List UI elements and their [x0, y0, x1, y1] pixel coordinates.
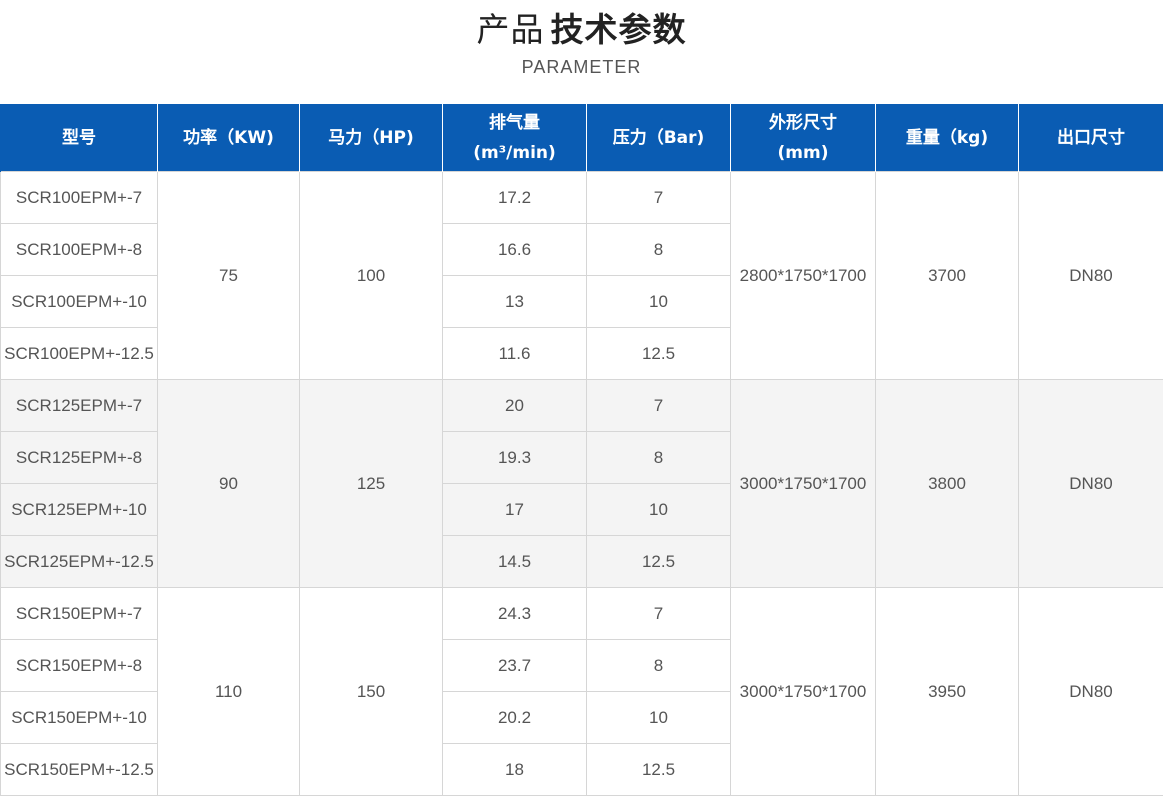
model-cell: SCR125EPM+-7 [0, 379, 158, 432]
model-cell: SCR125EPM+-12.5 [0, 535, 158, 588]
horsepower-cell: 125 [299, 379, 443, 588]
model-cell: SCR150EPM+-7 [0, 587, 158, 640]
header-row: 型号 功率（KW) 马力（HP) 排气量 (m³/min) 压力（Bar) 外形尺寸 (mm)… [0, 104, 1163, 172]
column-header-power: 功率（KW) [157, 104, 300, 172]
outlet-cell: DN80 [1018, 587, 1163, 796]
pressure-cell: 7 [586, 379, 731, 432]
model-cell: SCR125EPM+-10 [0, 483, 158, 536]
column-header-label: (m³/min) [473, 143, 556, 163]
column-header-horsepower: 马力（HP) [299, 104, 443, 172]
horsepower-cell: 150 [299, 587, 443, 796]
displacement-cell: 11.6 [442, 327, 587, 380]
pressure-cell: 7 [586, 171, 731, 224]
table-row: SCR100EPM+-7 75 100 17.2 7 2800*1750*1700 3700… [0, 171, 1163, 380]
pressure-cell: 7 [586, 587, 731, 640]
displacement-cell: 23.7 [442, 639, 587, 692]
pressure-cell: 8 [586, 223, 731, 276]
power-cell: 75 [157, 171, 300, 380]
table-head: 型号 功率（KW) 马力（HP) 排气量 (m³/min) 压力（Bar) 外形尺寸 (mm)… [0, 104, 1163, 172]
table-row: SCR150EPM+-7 110 150 24.3 7 3000*1750*1700 395… [0, 587, 1163, 796]
weight-cell: 3950 [875, 587, 1019, 796]
dimensions-cell: 2800*1750*1700 [730, 171, 876, 380]
weight-cell: 3700 [875, 171, 1019, 380]
column-header-label: 型号 [62, 128, 96, 148]
displacement-cell: 16.6 [442, 223, 587, 276]
pressure-cell: 8 [586, 639, 731, 692]
displacement-cell: 17.2 [442, 171, 587, 224]
model-cell: SCR100EPM+-7 [0, 171, 158, 224]
pressure-cell: 10 [586, 483, 731, 536]
page-subtitle: PARAMETER [521, 57, 642, 77]
pressure-cell: 8 [586, 431, 731, 484]
column-header-model: 型号 [0, 104, 158, 172]
displacement-cell: 20.2 [442, 691, 587, 744]
column-header-label: 重量（kg) [905, 128, 989, 148]
displacement-cell: 18 [442, 743, 587, 796]
column-header-label: (mm) [777, 143, 829, 163]
parameter-table: 型号 功率（KW) 马力（HP) 排气量 (m³/min) 压力（Bar) 外形尺寸 (mm)… [0, 104, 1163, 796]
dimensions-cell: 3000*1750*1700 [730, 379, 876, 588]
model-cell: SCR100EPM+-10 [0, 275, 158, 328]
column-header-label: 压力（Bar) [612, 128, 705, 148]
pressure-cell: 12.5 [586, 743, 731, 796]
displacement-cell: 20 [442, 379, 587, 432]
power-cell: 110 [157, 587, 300, 796]
model-cell: SCR100EPM+-12.5 [0, 327, 158, 380]
displacement-cell: 24.3 [442, 587, 587, 640]
power-cell: 90 [157, 379, 300, 588]
pressure-cell: 10 [586, 691, 731, 744]
column-header-dimensions: 外形尺寸 (mm) [730, 104, 876, 172]
column-header-label: 马力（HP) [328, 128, 414, 148]
table-row: SCR125EPM+-7 90 125 20 7 3000*1750*1700 3800 DN… [0, 379, 1163, 588]
column-header-label: 排气量 [489, 113, 540, 133]
column-header-outlet: 出口尺寸 [1018, 104, 1163, 172]
displacement-cell: 14.5 [442, 535, 587, 588]
model-cell: SCR150EPM+-8 [0, 639, 158, 692]
column-header-label: 出口尺寸 [1057, 128, 1125, 148]
displacement-cell: 17 [442, 483, 587, 536]
column-header-pressure: 压力（Bar) [586, 104, 731, 172]
column-header-label: 功率（KW) [183, 128, 274, 148]
page-title: 产品 技术参数 [0, 10, 1163, 50]
model-cell: SCR125EPM+-8 [0, 431, 158, 484]
model-cell: SCR100EPM+-8 [0, 223, 158, 276]
weight-cell: 3800 [875, 379, 1019, 588]
title-bold: 技术参数 [550, 10, 687, 49]
title-light: 产品 [476, 10, 545, 49]
displacement-cell: 13 [442, 275, 587, 328]
pressure-cell: 12.5 [586, 327, 731, 380]
outlet-cell: DN80 [1018, 379, 1163, 588]
model-cell: SCR150EPM+-12.5 [0, 743, 158, 796]
model-cell: SCR150EPM+-10 [0, 691, 158, 744]
table-body: SCR100EPM+-7 75 100 17.2 7 2800*1750*1700 3700… [0, 171, 1163, 796]
pressure-cell: 12.5 [586, 535, 731, 588]
column-header-label: 外形尺寸 [769, 113, 837, 133]
horsepower-cell: 100 [299, 171, 443, 380]
displacement-cell: 19.3 [442, 431, 587, 484]
column-header-weight: 重量（kg) [875, 104, 1019, 172]
outlet-cell: DN80 [1018, 171, 1163, 380]
column-header-displacement: 排气量 (m³/min) [442, 104, 587, 172]
section-header: 产品 技术参数 PARAMETER [0, 0, 1163, 104]
dimensions-cell: 3000*1750*1700 [730, 587, 876, 796]
pressure-cell: 10 [586, 275, 731, 328]
